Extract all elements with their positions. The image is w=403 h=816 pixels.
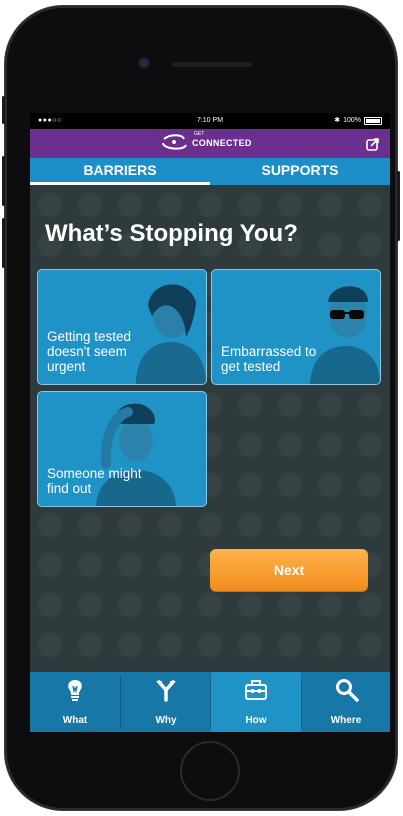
tab-supports[interactable]: SUPPORTS <box>210 158 390 185</box>
share-icon[interactable] <box>366 137 380 156</box>
search-icon <box>336 679 359 702</box>
status-bar: ●●●○○ 7:10 PM ✱ 100% <box>30 113 390 129</box>
volume-up-button <box>2 156 5 206</box>
earpiece-speaker <box>172 62 252 67</box>
front-camera <box>139 58 149 68</box>
nav-why[interactable]: Why <box>121 672 211 732</box>
nav-what[interactable]: What <box>30 672 120 732</box>
tab-barriers-label: BARRIERS <box>83 162 157 178</box>
next-button[interactable]: Next <box>210 549 368 591</box>
home-button[interactable] <box>180 741 240 801</box>
status-right: ✱ 100% <box>334 113 382 129</box>
nav-where[interactable]: Where <box>302 672 390 732</box>
nav-where-label: Where <box>330 715 362 726</box>
app-header: GET CONNECTED <box>30 129 390 158</box>
bluetooth-icon: ✱ <box>334 117 341 124</box>
power-button <box>397 171 400 241</box>
main-content: What’s Stopping You? Getting tested does… <box>30 185 390 672</box>
lightbulb-icon <box>68 680 82 701</box>
branch-icon <box>156 680 176 702</box>
toolbox-icon <box>245 680 267 700</box>
card-label: Someone might find out <box>47 466 142 496</box>
card-label: Getting tested doesn't seem urgent <box>47 329 132 374</box>
bottom-navigation: What Why How Where <box>30 672 390 732</box>
barrier-card-embarrassed[interactable]: Embarrassed to get tested <box>211 269 381 385</box>
mute-switch <box>2 96 5 124</box>
app-screen: ●●●○○ 7:10 PM ✱ 100% GET CONNECTED BARRI… <box>30 113 390 732</box>
nav-why-label: Why <box>155 715 177 726</box>
logo-text: CONNECTED <box>192 138 252 148</box>
battery-icon <box>364 117 382 125</box>
logo-get-text: GET <box>194 131 205 137</box>
barrier-card-someone-find-out[interactable]: Someone might find out <box>37 391 207 507</box>
nav-how-label: How <box>245 715 267 726</box>
battery-percent: 100% <box>343 117 361 124</box>
volume-down-button <box>2 218 5 268</box>
nav-how[interactable]: How <box>211 672 301 732</box>
barrier-card-not-urgent[interactable]: Getting tested doesn't seem urgent <box>37 269 207 385</box>
tab-bar: BARRIERS SUPPORTS <box>30 158 390 185</box>
logo-swoosh-icon <box>162 134 187 150</box>
page-title: What’s Stopping You? <box>45 220 298 247</box>
app-logo: GET CONNECTED <box>160 131 252 153</box>
tab-supports-label: SUPPORTS <box>261 162 339 178</box>
nav-what-label: What <box>62 715 88 726</box>
tab-barriers[interactable]: BARRIERS <box>30 158 210 185</box>
card-label: Embarrassed to get tested <box>221 344 317 374</box>
